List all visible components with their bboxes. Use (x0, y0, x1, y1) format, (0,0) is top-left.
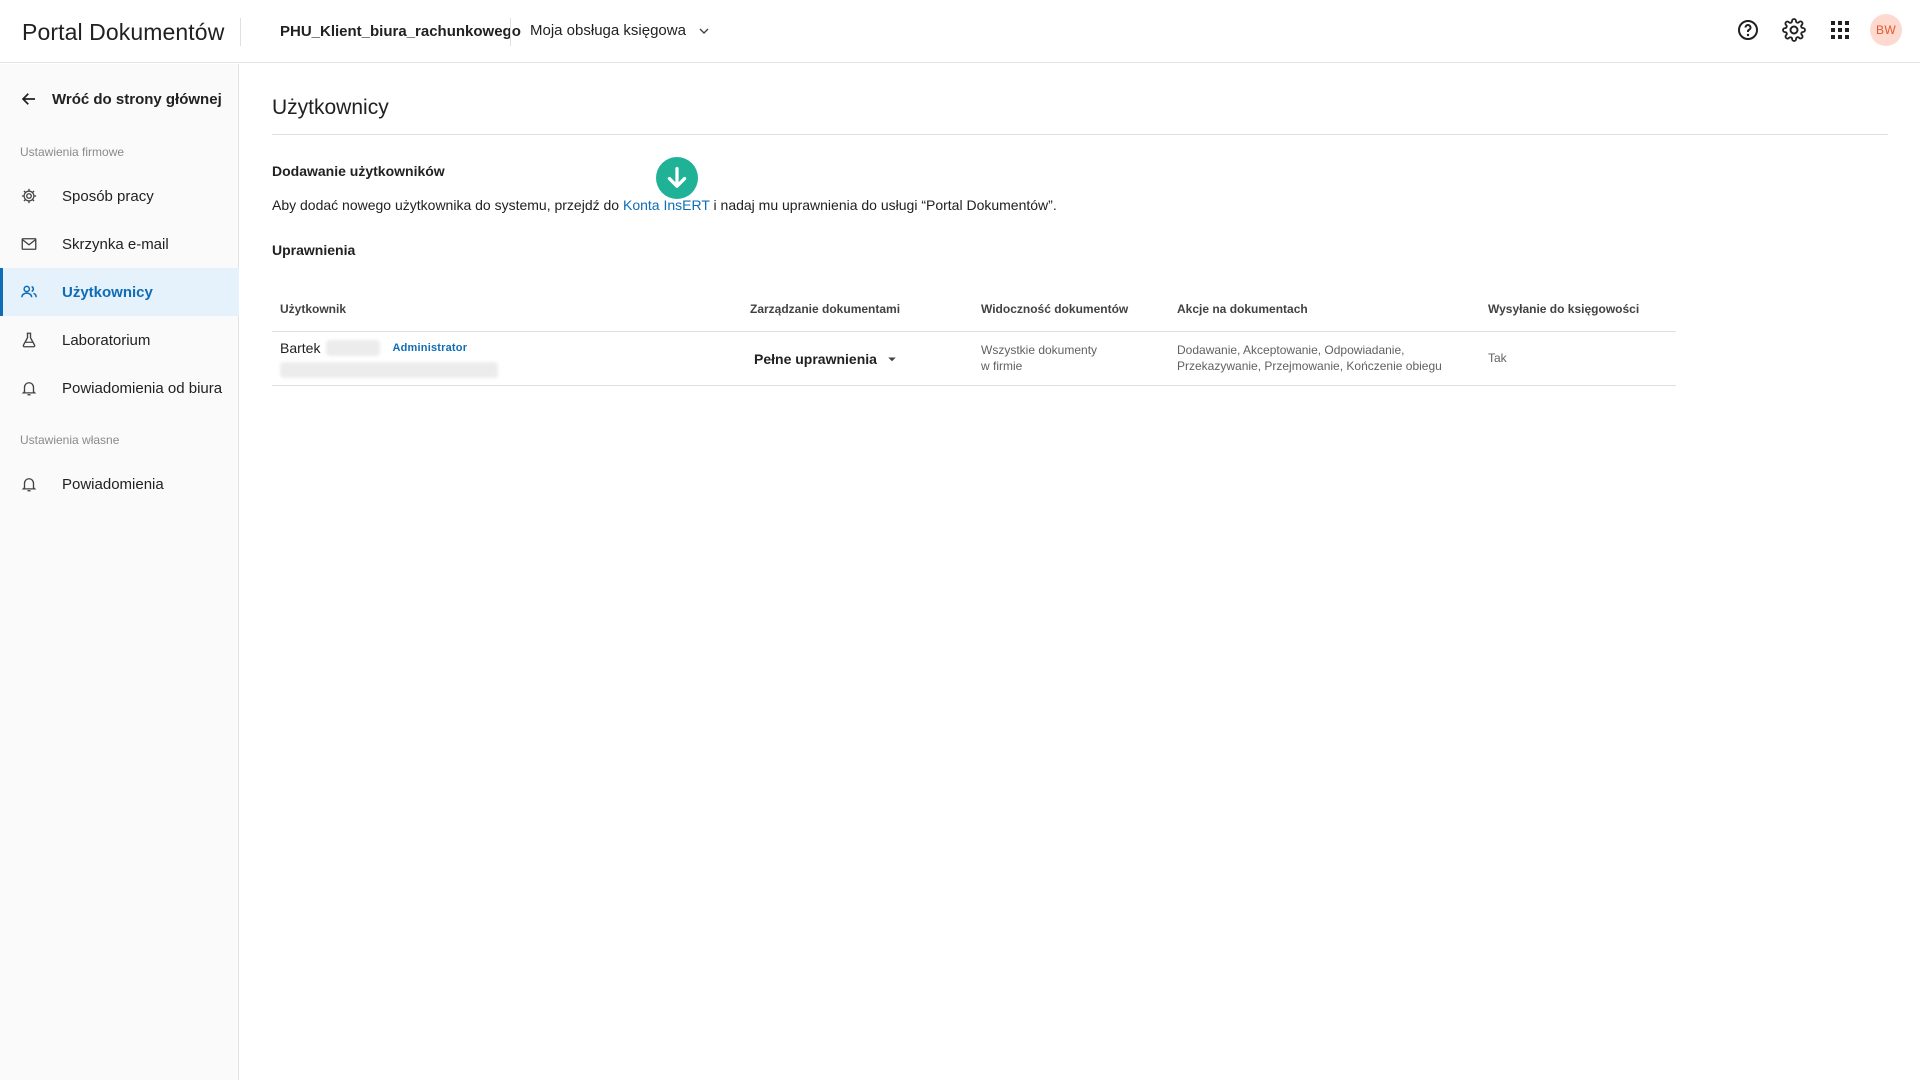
help-button[interactable] (1732, 14, 1764, 46)
sidebar-item-label: Laboratorium (62, 331, 151, 349)
bell-icon (21, 478, 37, 492)
back-label: Wróć do strony głównej (52, 90, 222, 108)
section-label-own: Ustawienia własne (20, 433, 120, 447)
caret-down-icon (888, 357, 896, 362)
insert-account-link[interactable]: Konta InsERT (623, 197, 710, 213)
app-title[interactable]: Portal Dokumentów (22, 19, 224, 46)
blurred-email (280, 362, 498, 378)
service-label: Moja obsługa księgowa (530, 22, 686, 39)
users-icon (21, 285, 37, 298)
visibility-line: w firmie (981, 359, 1023, 373)
permissions-heading: Uprawnienia (272, 242, 356, 258)
actions-line: Przekazywanie, Przejmowanie, Kończenie o… (1177, 359, 1442, 373)
info-text-after: i nadaj mu uprawnienia do usługi “Portal… (709, 197, 1057, 213)
table-row: Bartek Administrator Pełne uprawnienia W… (272, 332, 1676, 386)
actions-cell: Dodawanie, Akceptowanie, Odpowiadanie, P… (1177, 342, 1442, 374)
sidebar: Wróć do strony głównej Ustawienia firmow… (0, 64, 239, 1080)
actions-line: Dodawanie, Akceptowanie, Odpowiadanie, (1177, 343, 1405, 357)
add-users-info: Aby dodać nowego użytkownika do systemu,… (272, 197, 1057, 213)
management-permission-value: Pełne uprawnienia (754, 351, 877, 367)
visibility-line: Wszystkie dokumenty (981, 343, 1098, 357)
visibility-cell: Wszystkie dokumenty w firmie (981, 342, 1097, 374)
management-permission-select[interactable]: Pełne uprawnienia (754, 350, 901, 368)
info-text-before: Aby dodać nowego użytkownika do systemu,… (272, 197, 623, 213)
gear-icon (21, 188, 37, 204)
sidebar-item-email-inbox[interactable]: Skrzynka e-mail (0, 220, 239, 268)
role-badge: Administrator (392, 342, 468, 354)
table-header: Użytkownik Zarządzanie dokumentami Widoc… (272, 282, 1676, 332)
user-first-name: Bartek (280, 340, 321, 356)
avatar[interactable]: BW (1870, 14, 1902, 46)
top-bar: Portal Dokumentów PHU_Klient_biura_rachu… (0, 0, 1920, 63)
add-users-heading: Dodawanie użytkowników (272, 163, 445, 179)
user-name: Bartek Administrator (280, 340, 467, 356)
blurred-surname (326, 340, 381, 356)
sidebar-item-laboratory[interactable]: Laboratorium (0, 316, 239, 364)
sidebar-item-label: Powiadomienia (62, 475, 164, 493)
top-icons: BW (1732, 14, 1902, 46)
download-marker (656, 157, 698, 199)
sidebar-item-label: Użytkownicy (62, 283, 153, 301)
title-divider (272, 134, 1888, 135)
apps-button[interactable] (1824, 14, 1856, 46)
apps-grid-icon (1831, 21, 1849, 39)
send-to-accounting-cell: Tak (1488, 351, 1507, 365)
mail-icon (21, 238, 37, 250)
bell-icon (21, 382, 37, 396)
back-to-home-link[interactable]: Wróć do strony głównej (20, 90, 222, 108)
header-divider (510, 18, 511, 46)
flask-icon (22, 332, 36, 348)
sidebar-item-label: Powiadomienia od biura (62, 379, 223, 397)
column-header-user[interactable]: Użytkownik (280, 302, 346, 316)
arrow-left-icon (21, 93, 35, 105)
column-header-document-actions[interactable]: Akcje na dokumentach (1177, 302, 1308, 316)
sidebar-item-label: Sposób pracy (62, 187, 154, 205)
sidebar-item-notifications[interactable]: Powiadomienia (0, 460, 239, 508)
permissions-table: Użytkownik Zarządzanie dokumentami Widoc… (272, 282, 1676, 386)
sidebar-item-users[interactable]: Użytkownicy (0, 268, 239, 316)
settings-button[interactable] (1778, 14, 1810, 46)
settings-icon (1782, 18, 1806, 42)
column-header-document-visibility[interactable]: Widoczność dokumentów (981, 302, 1128, 316)
company-name: PHU_Klient_biura_rachunkowego (280, 23, 521, 40)
service-selector[interactable]: Moja obsługa księgowa (530, 22, 712, 39)
arrow-down-icon (667, 167, 687, 188)
section-label-company: Ustawienia firmowe (20, 145, 125, 159)
chevron-down-icon (699, 28, 709, 34)
column-header-send-to-accounting[interactable]: Wysyłanie do księgowości (1488, 302, 1639, 316)
help-icon (1738, 20, 1758, 40)
header-divider (240, 18, 241, 46)
sidebar-item-work-mode[interactable]: Sposób pracy (0, 172, 239, 220)
sidebar-item-office-notifications[interactable]: Powiadomienia od biura (0, 364, 239, 412)
sidebar-item-label: Skrzynka e-mail (62, 235, 169, 253)
column-header-document-management[interactable]: Zarządzanie dokumentami (750, 302, 900, 316)
page-title: Użytkownicy (272, 96, 389, 119)
